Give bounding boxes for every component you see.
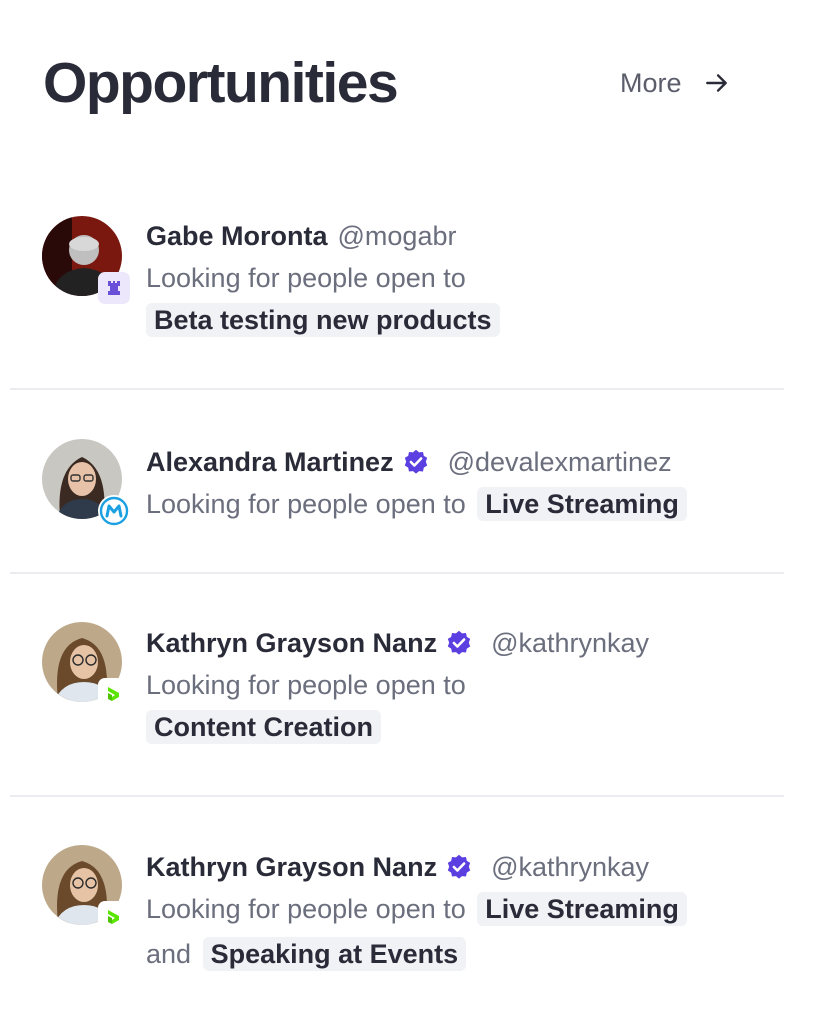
- opportunity-tag[interactable]: Live Streaming: [477, 487, 687, 521]
- list-item[interactable]: Gabe Moronta @mogabr Looking for people o…: [10, 183, 784, 390]
- avatar[interactable]: [42, 439, 130, 527]
- list-item[interactable]: Alexandra Martinez @devalexmartinez Looki…: [10, 390, 784, 574]
- user-handle[interactable]: @kathrynkay: [491, 852, 649, 882]
- avatar[interactable]: [42, 845, 130, 933]
- mulesoft-logo-icon: [99, 496, 129, 526]
- user-handle[interactable]: @devalexmartinez: [448, 447, 672, 477]
- more-label: More: [620, 68, 682, 98]
- avatar[interactable]: [42, 216, 130, 304]
- avatar[interactable]: [42, 622, 130, 710]
- progress-logo-icon: [108, 687, 119, 701]
- chess-rook-icon: [108, 281, 120, 295]
- conjunction-text: and: [146, 939, 192, 969]
- company-badge: [98, 901, 130, 933]
- company-badge: [98, 678, 130, 710]
- opportunity-tag[interactable]: Content Creation: [146, 710, 381, 744]
- progress-logo-icon: [108, 910, 119, 924]
- user-name[interactable]: Kathryn Grayson Nanz: [146, 628, 437, 658]
- verified-badge-icon: [447, 854, 471, 879]
- intro-text: Looking for people open to: [146, 894, 466, 924]
- verified-badge-icon: [404, 449, 427, 474]
- opportunity-list: Gabe Moronta @mogabr Looking for people o…: [10, 183, 784, 1027]
- page-title: Opportunities: [43, 51, 399, 115]
- user-name[interactable]: Alexandra Martinez: [146, 447, 394, 477]
- opportunity-tag[interactable]: Live Streaming: [477, 892, 687, 926]
- user-handle[interactable]: @kathrynkay: [491, 628, 649, 658]
- user-handle[interactable]: @mogabr: [338, 221, 457, 251]
- user-name[interactable]: Kathryn Grayson Nanz: [146, 852, 437, 882]
- opportunity-tag[interactable]: Speaking at Events: [202, 937, 467, 971]
- more-link[interactable]: More: [620, 66, 730, 100]
- list-item[interactable]: Kathryn Grayson Nanz @kathrynkay Looking …: [10, 574, 784, 797]
- opportunity-tag[interactable]: Beta testing new products: [146, 303, 500, 337]
- intro-text: Looking for people open to: [146, 263, 466, 293]
- verified-badge-icon: [447, 630, 471, 655]
- intro-text: Looking for people open to: [146, 670, 466, 700]
- company-badge: [98, 272, 130, 304]
- user-name[interactable]: Gabe Moronta: [146, 221, 328, 251]
- section-header: Opportunities More: [43, 52, 743, 114]
- company-badge: [98, 495, 130, 527]
- intro-text: Looking for people open to: [146, 489, 466, 519]
- arrow-right-icon: [705, 74, 727, 92]
- list-item[interactable]: Kathryn Grayson Nanz @kathrynkay Looking …: [10, 797, 784, 1027]
